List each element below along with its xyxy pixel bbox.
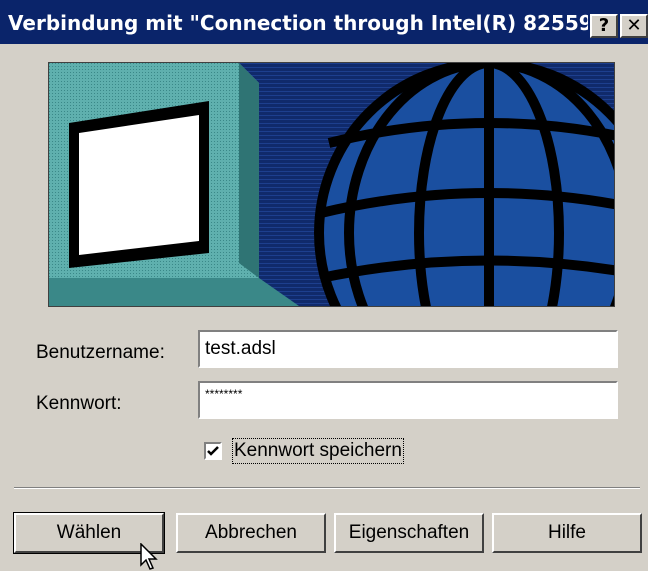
window-title: Verbindung mit "Connection through Intel…: [8, 11, 588, 35]
connection-banner-image: [48, 62, 615, 307]
username-label: Benutzername:: [36, 342, 165, 363]
save-password-label[interactable]: Kennwort speichern: [232, 438, 404, 464]
monitor-globe-icon: [49, 63, 614, 306]
help-title-button[interactable]: ?: [590, 14, 618, 38]
title-bar[interactable]: Verbindung mit "Connection through Intel…: [0, 0, 648, 44]
mouse-pointer-icon: [140, 543, 158, 570]
save-password-checkbox[interactable]: [204, 442, 222, 460]
separator: [14, 487, 640, 489]
properties-button[interactable]: Eigenschaften: [334, 513, 484, 553]
dial-up-connect-dialog: Verbindung mit "Connection through Intel…: [0, 0, 648, 571]
close-button[interactable]: ✕: [620, 14, 648, 38]
password-field[interactable]: ********: [198, 381, 618, 419]
username-field[interactable]: test.adsl: [198, 330, 618, 368]
checkmark-icon: [207, 446, 219, 456]
cancel-button[interactable]: Abbrechen: [176, 513, 326, 553]
password-label: Kennwort:: [36, 393, 122, 414]
help-button[interactable]: Hilfe: [492, 513, 642, 553]
